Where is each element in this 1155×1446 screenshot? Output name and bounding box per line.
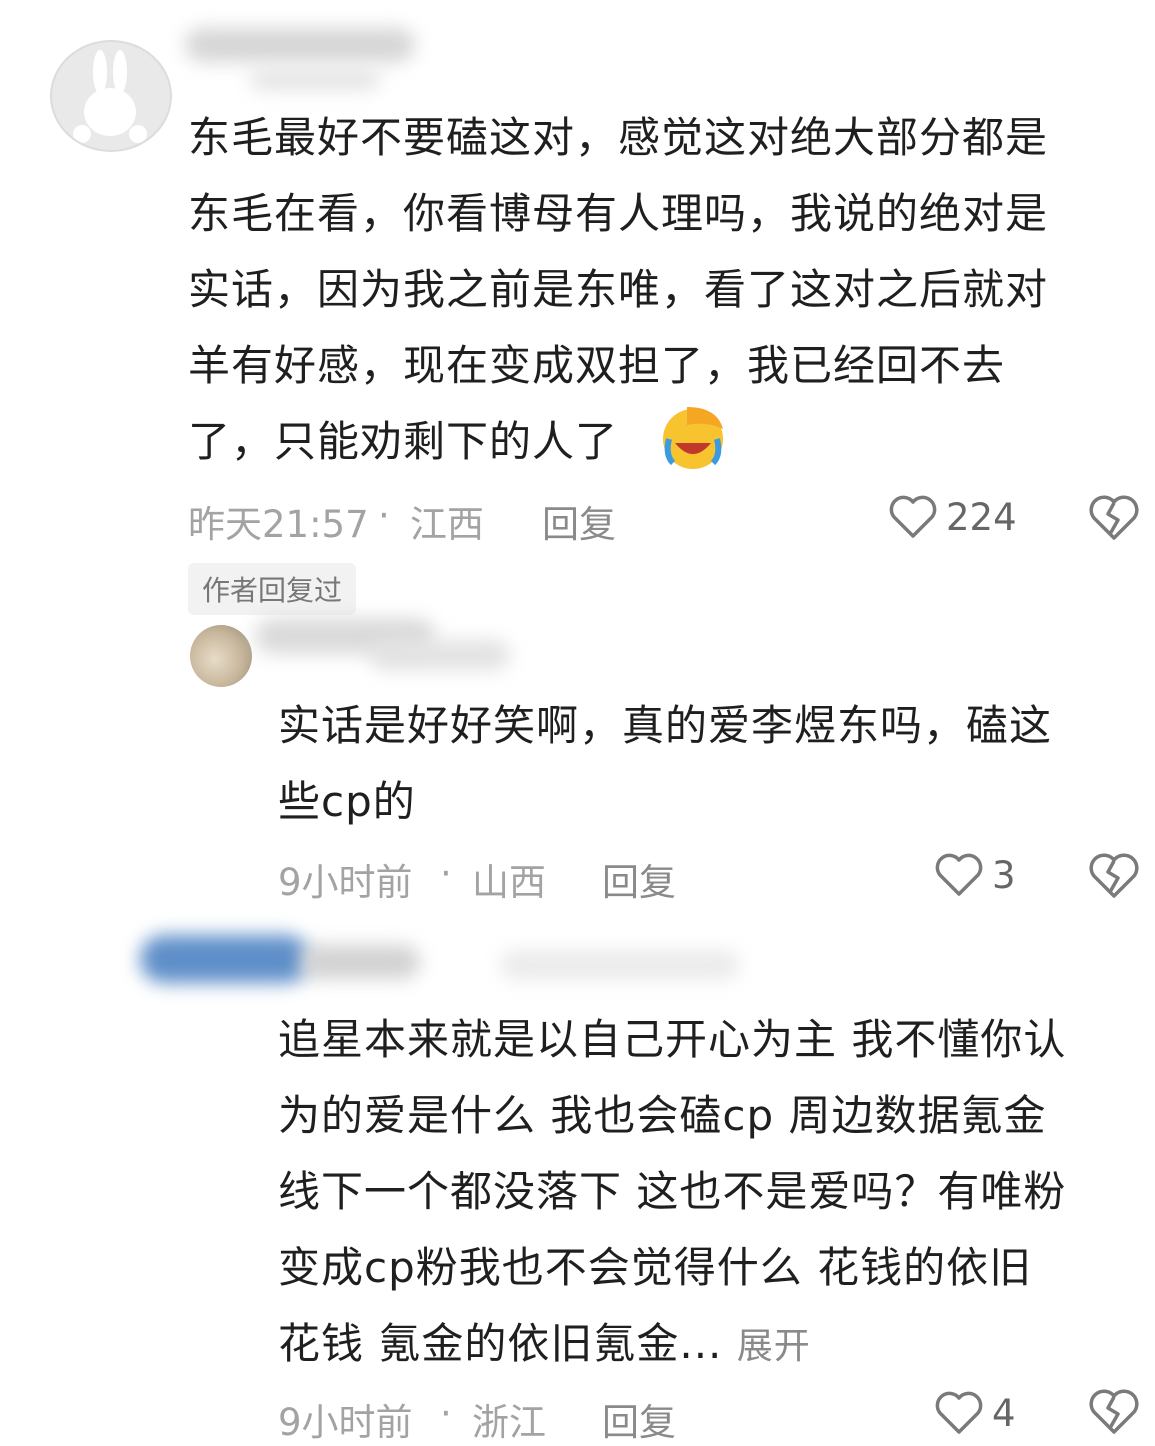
- meta-separator: ·: [440, 852, 452, 895]
- username-blur: [185, 28, 415, 62]
- like-count: 4: [992, 1391, 1016, 1435]
- comment-body: 追星本来就是以自己开心为主 我不懂你认 为的爱是什么 我也会磕cp 周边数据氪金…: [278, 1015, 1067, 1368]
- like-button[interactable]: 3: [934, 852, 1016, 898]
- meta-separator: ·: [440, 1392, 452, 1435]
- avatar-blur[interactable]: [140, 935, 310, 983]
- like-count: 224: [946, 495, 1017, 539]
- dislike-button[interactable]: [1088, 494, 1140, 546]
- broken-heart-icon: [1089, 1389, 1139, 1434]
- username-blur: [250, 68, 380, 90]
- broken-heart-icon: [1089, 853, 1139, 898]
- comment-time: 9小时前: [278, 1401, 413, 1444]
- author-replied-tag: 作者回复过: [188, 563, 357, 615]
- heart-icon: [889, 495, 937, 538]
- heart-icon: [935, 853, 983, 896]
- avatar[interactable]: [50, 40, 172, 152]
- reply-button[interactable]: 回复: [542, 494, 616, 548]
- comment-time: 9小时前: [278, 861, 413, 904]
- facepalm-cry-emoji-icon: [657, 403, 729, 471]
- dislike-button[interactable]: [1088, 852, 1140, 904]
- username-blur: [370, 640, 510, 670]
- comment-location: 江西: [410, 503, 484, 546]
- bunny-avatar-icon: [73, 50, 147, 143]
- expand-button[interactable]: 展开: [737, 1326, 811, 1367]
- dislike-button[interactable]: [1088, 1388, 1140, 1440]
- meta-separator: ·: [378, 494, 390, 537]
- username-blur: [300, 945, 420, 979]
- broken-heart-icon: [1089, 495, 1139, 540]
- heart-icon: [935, 1391, 983, 1434]
- comment-location: 浙江: [472, 1401, 546, 1444]
- comment-location: 山西: [472, 861, 546, 904]
- username-blur: [500, 950, 740, 980]
- like-count: 3: [992, 853, 1016, 897]
- comment-time: 昨天21:57: [188, 503, 369, 546]
- reply-button[interactable]: 回复: [602, 1392, 676, 1446]
- like-button[interactable]: 224: [888, 494, 1017, 540]
- like-button[interactable]: 4: [934, 1390, 1016, 1436]
- avatar[interactable]: [190, 625, 252, 687]
- comment-text: 追星本来就是以自己开心为主 我不懂你认 为的爱是什么 我也会磕cp 周边数据氪金…: [278, 1002, 1148, 1385]
- comment-text: 实话是好好笑啊，真的爱李煜东吗，磕这 些cp的: [278, 701, 1053, 826]
- reply-button[interactable]: 回复: [602, 852, 676, 906]
